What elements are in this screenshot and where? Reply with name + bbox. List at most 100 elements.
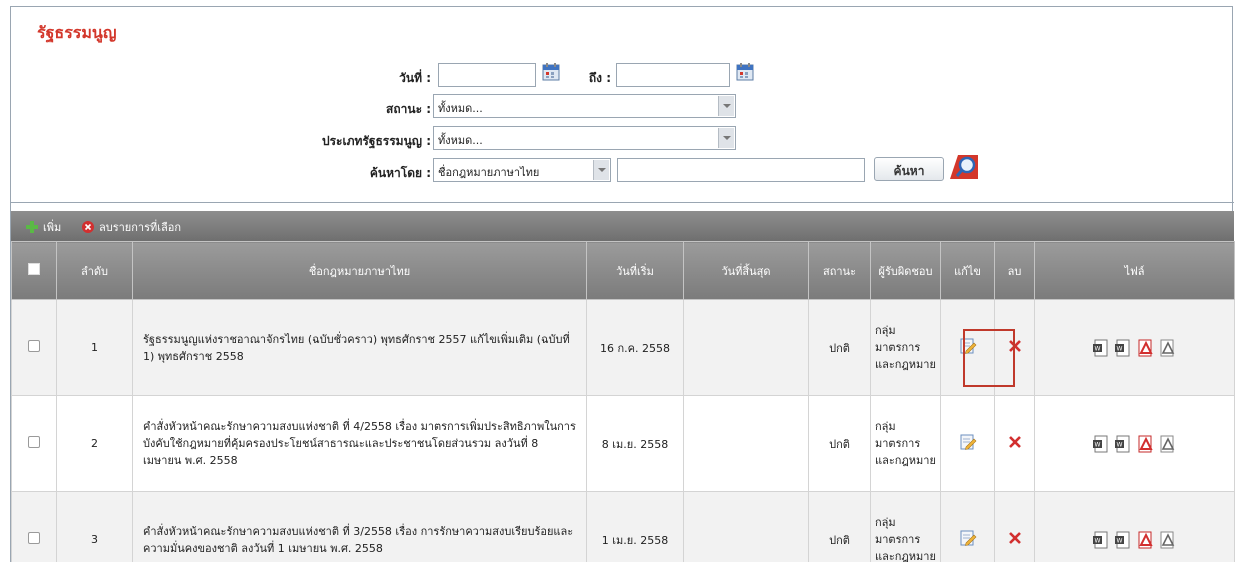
add-button[interactable]: เพิ่ม bbox=[25, 218, 61, 236]
row-seq: 3 bbox=[56, 491, 133, 562]
delete-x-icon[interactable] bbox=[1006, 433, 1024, 451]
svg-text:W: W bbox=[1094, 345, 1100, 352]
delete-selected-button[interactable]: ลบรายการที่เลือก bbox=[81, 218, 181, 236]
search-icon[interactable] bbox=[946, 151, 980, 181]
header-seq[interactable]: ลำดับ bbox=[56, 241, 133, 300]
word-file-icon[interactable]: W bbox=[1092, 434, 1112, 454]
row-delete-cell bbox=[994, 395, 1035, 492]
chevron-down-icon[interactable] bbox=[593, 160, 609, 180]
word-file-icon[interactable]: W bbox=[1114, 338, 1134, 358]
row-files-cell: W W bbox=[1034, 395, 1235, 492]
table-row: 1 รัฐธรรมนูญแห่งราชอาณาจักรไทย (ฉบับชั่ว… bbox=[11, 299, 1235, 396]
row-status: ปกติ bbox=[808, 491, 871, 562]
pdf-file-icon[interactable] bbox=[1158, 530, 1178, 550]
table-row: 2 คำสั่งหัวหน้าคณะรักษาความสงบแห่งชาติ ท… bbox=[11, 395, 1235, 492]
row-edit-cell bbox=[940, 395, 995, 492]
row-seq: 1 bbox=[56, 299, 133, 396]
edit-icon[interactable] bbox=[959, 529, 977, 547]
status-select[interactable]: ทั้งหมด... bbox=[433, 94, 736, 118]
pdf-file-icon[interactable] bbox=[1136, 338, 1156, 358]
header-start[interactable]: วันที่เริ่ม bbox=[586, 241, 684, 300]
header-name[interactable]: ชื่อกฎหมายภาษาไทย bbox=[132, 241, 587, 300]
chevron-down-icon[interactable] bbox=[718, 128, 734, 148]
add-label: เพิ่ม bbox=[43, 221, 62, 234]
word-file-icon[interactable]: W bbox=[1114, 530, 1134, 550]
pdf-file-icon[interactable] bbox=[1158, 434, 1178, 454]
svg-text:W: W bbox=[1116, 441, 1122, 448]
row-status: ปกติ bbox=[808, 395, 871, 492]
row-edit-cell bbox=[940, 299, 995, 396]
svg-text:W: W bbox=[1094, 537, 1100, 544]
search-by-label: ค้นหาโดย : bbox=[369, 166, 431, 180]
row-responsible: กลุ่มมาตรการและกฎหมาย bbox=[870, 395, 941, 492]
date-to-label: ถึง : bbox=[588, 71, 611, 85]
pdf-file-icon[interactable] bbox=[1158, 338, 1178, 358]
delete-selected-label: ลบรายการที่เลือก bbox=[99, 221, 182, 234]
chevron-down-icon[interactable] bbox=[718, 96, 734, 116]
date-from-label: วันที่ : bbox=[399, 71, 431, 85]
file-icons: W W bbox=[1035, 434, 1234, 454]
word-file-icon[interactable]: W bbox=[1114, 434, 1134, 454]
word-file-icon[interactable]: W bbox=[1092, 338, 1112, 358]
edit-icon[interactable] bbox=[959, 433, 977, 451]
row-files-cell: W W bbox=[1034, 299, 1235, 396]
search-form: รัฐธรรมนูญ วันที่ : ถึง : สถานะ : ทั้งหม… bbox=[11, 7, 1234, 203]
page-title: รัฐธรรมนูญ bbox=[37, 23, 117, 42]
row-checkbox[interactable] bbox=[28, 532, 40, 544]
delete-x-icon[interactable] bbox=[1006, 529, 1024, 547]
table-toolbar: เพิ่ม ลบรายการที่เลือก bbox=[11, 211, 1234, 241]
table-header-row: ลำดับ ชื่อกฎหมายภาษาไทย วันที่เริ่ม วันท… bbox=[11, 241, 1235, 300]
status-select-value: ทั้งหมด... bbox=[438, 102, 483, 115]
search-button[interactable]: ค้นหา bbox=[874, 157, 944, 181]
row-name: คำสั่งหัวหน้าคณะรักษาความสงบแห่งชาติ ที่… bbox=[132, 395, 587, 492]
table-row: 3 คำสั่งหัวหน้าคณะรักษาความสงบแห่งชาติ ท… bbox=[11, 491, 1235, 562]
row-responsible: กลุ่มมาตรการและกฎหมาย bbox=[870, 491, 941, 562]
row-start: 1 เม.ย. 2558 bbox=[586, 491, 684, 562]
word-file-icon[interactable]: W bbox=[1092, 530, 1112, 550]
row-edit-cell bbox=[940, 491, 995, 562]
row-select-cell[interactable] bbox=[11, 491, 57, 562]
row-delete-cell bbox=[994, 491, 1035, 562]
main-panel: รัฐธรรมนูญ วันที่ : ถึง : สถานะ : ทั้งหม… bbox=[10, 6, 1235, 562]
edit-icon[interactable] bbox=[959, 337, 977, 355]
svg-text:W: W bbox=[1094, 441, 1100, 448]
header-select-all[interactable] bbox=[11, 241, 57, 300]
search-by-select-value: ชื่อกฎหมายภาษาไทย bbox=[438, 166, 540, 179]
header-file: ไฟล์ bbox=[1034, 241, 1235, 300]
header-delete: ลบ bbox=[994, 241, 1035, 300]
row-responsible: กลุ่มมาตรการและกฎหมาย bbox=[870, 299, 941, 396]
delete-x-icon[interactable] bbox=[1006, 337, 1024, 355]
svg-text:W: W bbox=[1116, 345, 1122, 352]
constitution-type-select[interactable]: ทั้งหมด... bbox=[433, 126, 736, 150]
row-name: คำสั่งหัวหน้าคณะรักษาความสงบแห่งชาติ ที่… bbox=[132, 491, 587, 562]
date-to-input[interactable] bbox=[616, 63, 730, 87]
row-select-cell[interactable] bbox=[11, 395, 57, 492]
row-checkbox[interactable] bbox=[28, 340, 40, 352]
header-edit: แก้ไข bbox=[940, 241, 995, 300]
row-checkbox[interactable] bbox=[28, 436, 40, 448]
row-start: 16 ก.ค. 2558 bbox=[586, 299, 684, 396]
select-all-checkbox[interactable] bbox=[28, 263, 40, 275]
pdf-file-icon[interactable] bbox=[1136, 530, 1156, 550]
row-select-cell[interactable] bbox=[11, 299, 57, 396]
constitution-type-label: ประเภทรัฐธรรมนูญ : bbox=[321, 134, 431, 148]
header-status[interactable]: สถานะ bbox=[808, 241, 871, 300]
constitution-type-select-value: ทั้งหมด... bbox=[438, 134, 483, 147]
row-status: ปกติ bbox=[808, 299, 871, 396]
keyword-input[interactable] bbox=[617, 158, 865, 182]
laws-table: ลำดับ ชื่อกฎหมายภาษาไทย วันที่เริ่ม วันท… bbox=[11, 241, 1235, 562]
row-name: รัฐธรรมนูญแห่งราชอาณาจักรไทย (ฉบับชั่วคร… bbox=[132, 299, 587, 396]
calendar-icon[interactable] bbox=[735, 62, 755, 82]
search-by-select[interactable]: ชื่อกฎหมายภาษาไทย bbox=[433, 158, 611, 182]
status-label: สถานะ : bbox=[386, 102, 431, 116]
header-responsible[interactable]: ผู้รับผิดชอบ bbox=[870, 241, 941, 300]
row-end bbox=[683, 395, 809, 492]
pdf-file-icon[interactable] bbox=[1136, 434, 1156, 454]
header-end[interactable]: วันที่สิ้นสุด bbox=[683, 241, 809, 300]
calendar-icon[interactable] bbox=[541, 62, 561, 82]
row-files-cell: W W bbox=[1034, 491, 1235, 562]
date-from-input[interactable] bbox=[438, 63, 536, 87]
file-icons: W W bbox=[1035, 338, 1234, 358]
row-seq: 2 bbox=[56, 395, 133, 492]
delete-circle-icon bbox=[82, 221, 94, 233]
